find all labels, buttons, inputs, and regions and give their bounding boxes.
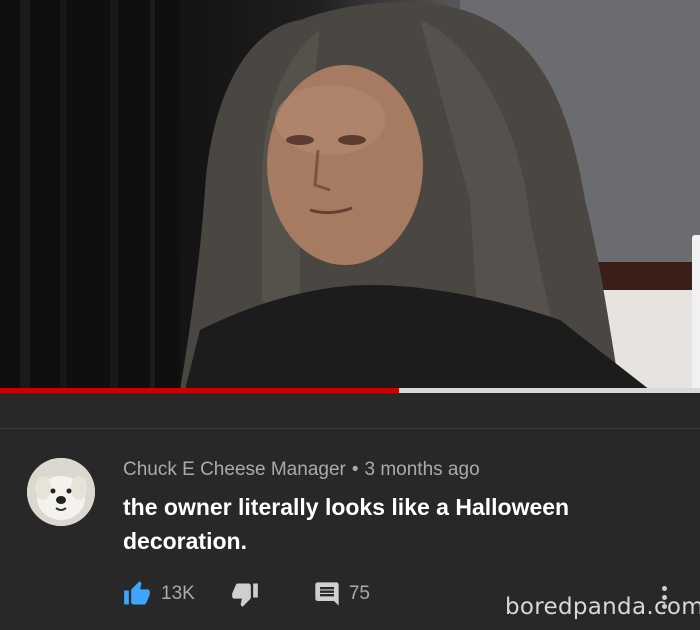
comment-body: Chuck E Cheese Manager • 3 months ago the … <box>123 458 663 558</box>
comment-author[interactable]: Chuck E Cheese Manager <box>123 459 346 480</box>
side-panel-handle[interactable] <box>692 235 700 390</box>
thumbs-down-icon <box>231 583 258 607</box>
watermark: boredpanda.com <box>505 594 700 620</box>
reply-count: 75 <box>348 583 370 604</box>
avatar[interactable] <box>27 458 95 526</box>
video-progress-bar[interactable] <box>0 388 700 393</box>
video-frame <box>0 0 700 390</box>
comment-text: the owner literally looks like a Hallowe… <box>123 494 570 554</box>
video-player[interactable] <box>0 0 700 390</box>
dog-avatar-icon <box>27 458 95 526</box>
comment-meta: Chuck E Cheese Manager • 3 months ago <box>123 458 663 482</box>
like-count: 13K <box>161 583 195 604</box>
divider <box>0 428 700 429</box>
screen: Chuck E Cheese Manager • 3 months ago the … <box>0 0 700 630</box>
like-button[interactable]: 13K <box>123 580 231 608</box>
dislike-button[interactable] <box>231 580 259 608</box>
thumbs-up-icon <box>124 581 150 605</box>
reply-button[interactable]: 75 <box>313 580 370 608</box>
progress-played <box>0 388 399 393</box>
comment-actions: 13K 75 <box>123 580 370 608</box>
comment-icon <box>315 582 339 606</box>
comment-time: 3 months ago <box>364 459 480 480</box>
meta-separator: • <box>351 459 359 480</box>
